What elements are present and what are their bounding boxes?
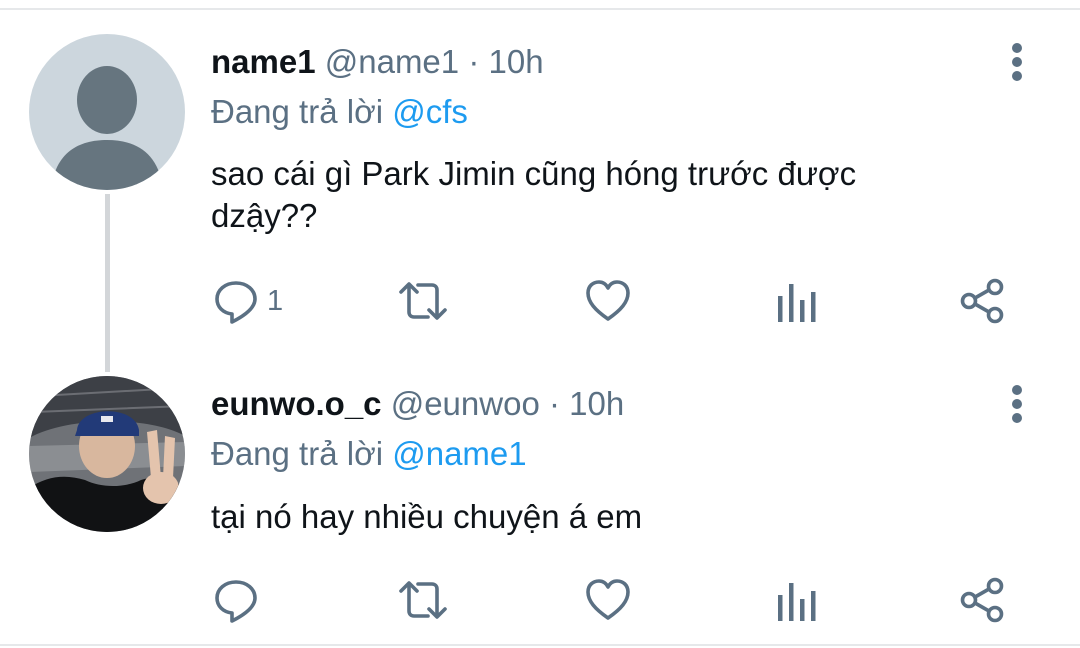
retweet-icon xyxy=(399,282,447,320)
reply-button[interactable]: 1 xyxy=(213,276,283,326)
heart-icon xyxy=(586,280,630,321)
tweet-text: sao cái gì Park Jimin cũng hóng trước đư… xyxy=(211,155,857,234)
mention-link[interactable]: @name1 xyxy=(392,435,526,472)
display-name[interactable]: eunwo.o_c xyxy=(211,385,382,422)
reply-button[interactable] xyxy=(213,575,267,625)
analytics-button[interactable] xyxy=(775,575,817,625)
replying-to: Đang trả lời @cfs xyxy=(211,90,468,134)
tweet-header: name1 @name1 · 10h xyxy=(211,40,544,84)
comment-icon xyxy=(215,580,257,623)
bar-chart-icon xyxy=(778,583,816,621)
top-divider xyxy=(0,8,1080,10)
user-avatar-photo[interactable] xyxy=(29,376,185,532)
default-avatar[interactable] xyxy=(29,34,185,190)
replying-to: Đang trả lời @name1 xyxy=(211,432,527,476)
like-button[interactable] xyxy=(585,575,631,625)
like-button[interactable] xyxy=(585,276,631,326)
retweet-button[interactable] xyxy=(397,276,449,326)
share-icon xyxy=(960,577,1004,623)
display-name[interactable]: name1 xyxy=(211,43,316,80)
analytics-button[interactable] xyxy=(775,276,817,326)
share-button[interactable] xyxy=(959,276,1007,326)
more-vertical-icon xyxy=(1012,43,1022,81)
replying-to-label: Đang trả lời xyxy=(211,435,384,472)
thread-connector-line xyxy=(105,194,110,372)
tweet-text: tại nó hay nhiều chuyện á em xyxy=(211,498,643,535)
more-vertical-icon xyxy=(1012,385,1022,423)
profile-photo xyxy=(29,376,185,532)
more-options-button[interactable] xyxy=(1000,382,1034,426)
more-options-button[interactable] xyxy=(1000,40,1034,84)
heart-icon xyxy=(586,579,630,620)
user-handle[interactable]: @eunwoo xyxy=(391,385,540,422)
separator-dot: · xyxy=(468,43,480,80)
replying-to-label: Đang trả lời xyxy=(211,93,384,130)
retweet-button[interactable] xyxy=(397,575,449,625)
bar-chart-icon xyxy=(778,284,816,322)
bottom-divider xyxy=(0,644,1080,646)
retweet-icon xyxy=(399,581,447,619)
reply-count: 1 xyxy=(267,284,284,317)
share-icon xyxy=(960,278,1004,324)
default-profile-icon xyxy=(29,34,185,190)
separator-dot: · xyxy=(548,385,560,422)
share-button[interactable] xyxy=(959,575,1007,625)
timestamp[interactable]: 10h xyxy=(488,43,543,80)
comment-icon xyxy=(215,281,257,324)
mention-link[interactable]: @cfs xyxy=(392,93,468,130)
user-handle[interactable]: @name1 xyxy=(325,43,459,80)
tweet-header: eunwo.o_c @eunwoo · 10h xyxy=(211,382,624,426)
timestamp[interactable]: 10h xyxy=(569,385,624,422)
